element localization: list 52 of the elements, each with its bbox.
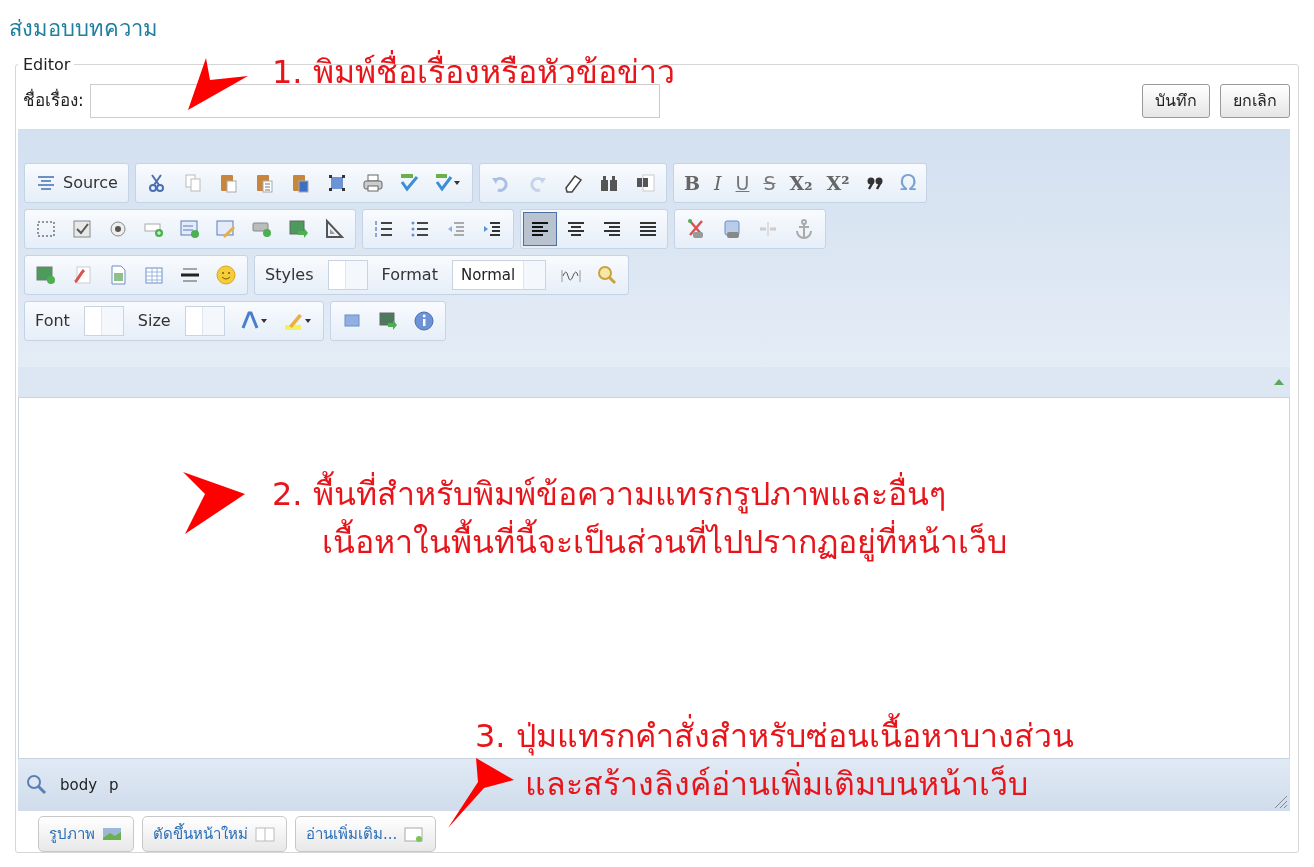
magnifier-icon[interactable]	[26, 774, 48, 796]
collapse-icon[interactable]	[1274, 379, 1284, 385]
image-arrow-icon[interactable]	[287, 218, 309, 240]
resize-grip-icon[interactable]	[1274, 795, 1288, 809]
scroll-icon[interactable]	[721, 218, 743, 240]
form-edit-icon[interactable]	[215, 218, 237, 240]
content-area[interactable]	[18, 397, 1290, 759]
checkbox-icon[interactable]	[71, 218, 93, 240]
annotation-arrow	[188, 58, 248, 110]
format-mark[interactable]: U	[735, 173, 750, 193]
numbered-list-icon[interactable]	[373, 218, 395, 240]
element-path-link[interactable]: p	[109, 773, 119, 797]
format-mark[interactable]: B	[683, 173, 700, 193]
format-mark[interactable]: S	[763, 173, 776, 193]
field-label: ชื่อเรื่อง:	[23, 88, 84, 113]
annotation-text: เนื้อหาในพื้นที่นี้จะเป็นส่วนที่ไปปรากฏอยู่ที่หน้าเว็บ	[272, 518, 1007, 566]
form-button[interactable]: บันทึก	[1142, 84, 1210, 118]
toolbar-label: Format	[381, 264, 438, 286]
form-button[interactable]: ยกเลิก	[1220, 84, 1290, 118]
monitor-arrow-icon[interactable]	[376, 310, 399, 332]
toolbar-label: Styles	[265, 264, 314, 286]
page-title: ส่งมอบบทความ	[9, 15, 159, 43]
smiley-icon[interactable]	[215, 264, 237, 286]
insert-button[interactable]: ตัดขึ้นหน้าใหม่	[142, 816, 287, 852]
info-icon[interactable]	[412, 310, 435, 332]
annotation-arrow	[183, 472, 245, 534]
toolbar-label: Font	[35, 310, 70, 332]
radio-icon[interactable]	[107, 218, 129, 240]
dashed-box-icon[interactable]	[35, 218, 57, 240]
flash-icon[interactable]	[71, 264, 93, 286]
image-add-icon[interactable]	[35, 264, 57, 286]
insert-button[interactable]: อ่านเพิ่มเติม...	[295, 816, 437, 852]
annotation-text: 3. ปุ่มแทรกคำสั่งสำหรับซ่อนเนื้อหาบางส่วน	[475, 712, 1074, 760]
format-mark[interactable]: X²	[826, 173, 850, 193]
anchor-icon[interactable]	[793, 218, 815, 240]
format-mark[interactable]: X₂	[789, 173, 813, 193]
annotation-text: และสร้างลิงค์อ่านเพิ่มเติมบนหน้าเว็บ	[475, 760, 1074, 808]
toolbar-label: Size	[137, 310, 171, 332]
format-mark[interactable]: I	[714, 173, 722, 193]
insert-button[interactable]: รูปภาพ	[38, 816, 134, 852]
annotation-arrow	[448, 758, 514, 828]
format-dropdown[interactable]: Normal	[451, 260, 547, 290]
triangle-ruler-icon[interactable]	[323, 218, 345, 240]
align-button[interactable]	[523, 212, 557, 246]
title-input[interactable]	[89, 84, 660, 118]
form-add-icon[interactable]	[179, 218, 201, 240]
annotation-text: 1. พิมพ์ชื่อเรื่องหรือหัวข้อข่าว	[272, 48, 675, 96]
magnifier-icon[interactable]	[596, 264, 619, 286]
annotation-text: 2. พื้นที่สำหรับพิมพ์ข้อความแทรกรูปภาพและอื่นๆ	[272, 470, 1007, 518]
printer-icon[interactable]	[361, 172, 384, 194]
element-path-link[interactable]: body	[60, 773, 98, 797]
spellcheck-dropdown-icon[interactable]	[433, 172, 462, 194]
